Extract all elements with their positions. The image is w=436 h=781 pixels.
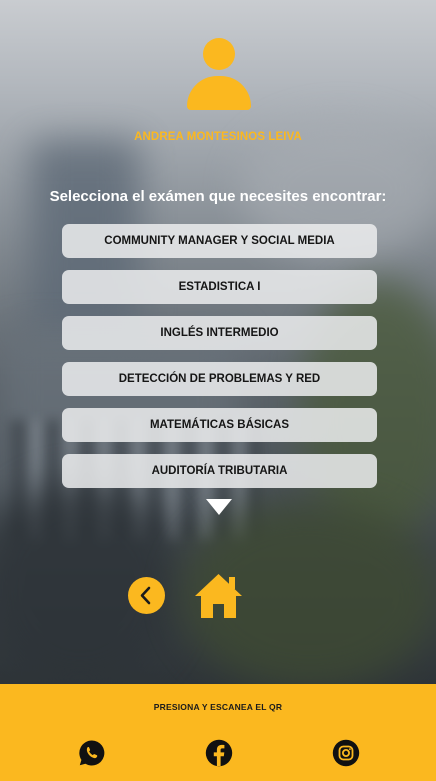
exam-button[interactable]: COMMUNITY MANAGER Y SOCIAL MEDIA <box>62 224 377 258</box>
back-button[interactable] <box>128 577 165 614</box>
exam-selection-screen: ANDREA MONTESINOS LEIVA Selecciona el ex… <box>0 0 436 781</box>
exam-prompt: Selecciona el exámen que necesites encon… <box>49 188 387 205</box>
exam-button[interactable]: ESTADISTICA I <box>62 270 377 304</box>
user-avatar-icon <box>186 38 252 110</box>
chevron-left-icon <box>140 586 151 605</box>
exam-button[interactable]: MATEMÁTICAS BÁSICAS <box>62 408 377 442</box>
user-name: ANDREA MONTESINOS LEIVA <box>134 131 302 143</box>
whatsapp-icon[interactable] <box>78 739 106 767</box>
exam-button[interactable]: DETECCIÓN DE PROBLEMAS Y RED <box>62 362 377 396</box>
exam-button[interactable]: AUDITORÍA TRIBUTARIA <box>62 454 377 488</box>
home-button[interactable] <box>193 572 244 620</box>
home-icon <box>195 574 242 618</box>
footer-bar: PRESIONA Y ESCANEA EL QR <box>0 684 436 781</box>
triangle-down-icon[interactable] <box>206 499 232 515</box>
instagram-icon[interactable] <box>332 739 360 767</box>
exam-list: COMMUNITY MANAGER Y SOCIAL MEDIA ESTADIS… <box>62 224 377 500</box>
facebook-icon[interactable] <box>205 739 233 767</box>
exam-button[interactable]: INGLÉS INTERMEDIO <box>62 316 377 350</box>
footer-instruction: PRESIONA Y ESCANEA EL QR <box>153 702 283 712</box>
